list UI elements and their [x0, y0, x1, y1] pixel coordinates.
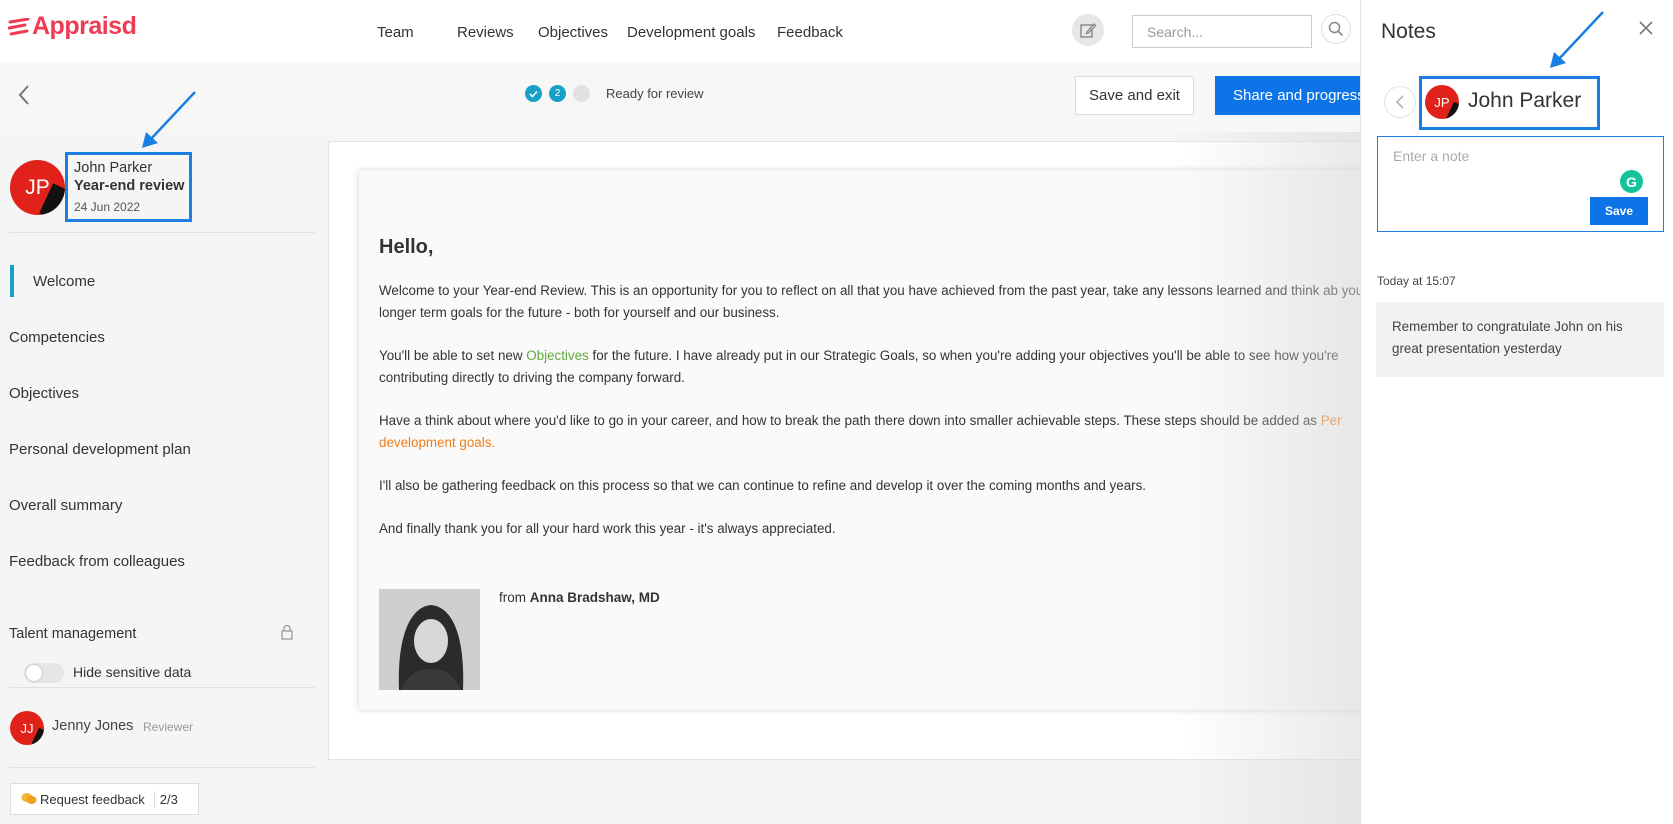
- sidebar-item-objectives[interactable]: Objectives: [9, 385, 79, 402]
- search-input[interactable]: Search...: [1132, 15, 1312, 48]
- welcome-letter: Hello, Welcome to your Year-end Review. …: [379, 236, 1379, 561]
- letter-paragraph: Welcome to your Year-end Review. This is…: [379, 283, 1368, 320]
- logo-text: Appraisd: [32, 12, 137, 40]
- nav-team[interactable]: Team: [377, 24, 414, 41]
- sender-photo: [379, 589, 480, 690]
- step-complete-icon: [525, 85, 542, 102]
- grammarly-icon[interactable]: G: [1620, 170, 1643, 193]
- annotation-box: [1419, 76, 1600, 130]
- sidebar-item-personal-development-plan[interactable]: Personal development plan: [9, 441, 191, 458]
- lock-icon: [280, 624, 294, 645]
- letter-greeting: Hello,: [379, 236, 434, 258]
- active-indicator: [10, 265, 14, 297]
- save-note-button[interactable]: Save: [1590, 197, 1648, 225]
- sidebar-item-competencies[interactable]: Competencies: [9, 329, 105, 346]
- letter-paragraph: I'll also be gathering feedback on this …: [379, 478, 1147, 493]
- note-timestamp: Today at 15:07: [1377, 274, 1456, 288]
- nav-objectives[interactable]: Objectives: [538, 24, 608, 41]
- divider: [9, 687, 315, 688]
- chat-bubbles-icon: [21, 793, 37, 804]
- nav-development-goals[interactable]: Development goals: [627, 24, 755, 41]
- letter-signature: from Anna Bradshaw, MD: [499, 590, 660, 605]
- save-and-exit-button[interactable]: Save and exit: [1075, 76, 1194, 115]
- letter-paragraph: Have a think about where you'd like to g…: [379, 413, 1342, 450]
- letter-paragraph: You'll be able to set new Objectives for…: [379, 348, 1339, 385]
- annotation-box: [65, 152, 192, 222]
- divider: [9, 767, 315, 768]
- search-button[interactable]: [1321, 14, 1351, 44]
- request-feedback-button[interactable]: Request feedback 2/3: [10, 783, 199, 815]
- close-notes-button[interactable]: [1638, 20, 1654, 41]
- nav-feedback[interactable]: Feedback: [777, 24, 843, 41]
- reviewer-role: Reviewer: [143, 720, 194, 734]
- chevron-left-icon: [18, 85, 29, 105]
- notes-title: Notes: [1381, 20, 1436, 43]
- notes-back-button[interactable]: [1384, 86, 1416, 118]
- sidebar-item-talent-management[interactable]: Talent management: [9, 626, 136, 642]
- edit-icon: [1080, 23, 1097, 38]
- close-icon: [1639, 21, 1653, 35]
- review-status: Ready for review: [606, 86, 704, 101]
- nav-reviews[interactable]: Reviews: [457, 24, 514, 41]
- progress-steps: 2 Ready for review: [525, 85, 704, 102]
- sidebar-item-welcome[interactable]: Welcome: [33, 273, 95, 290]
- note-item: Remember to congratulate John on his gre…: [1376, 302, 1664, 377]
- avatar: JP: [10, 160, 65, 215]
- step-pending: [573, 85, 590, 102]
- logo-mark-icon: [8, 17, 30, 35]
- appraisd-logo[interactable]: Appraisd: [8, 12, 137, 41]
- chevron-left-icon: [1395, 95, 1404, 109]
- divider: [9, 232, 315, 233]
- step-current: 2: [549, 85, 566, 102]
- reviewer-avatar: JJ: [10, 711, 44, 745]
- sidebar-item-feedback-from-colleagues[interactable]: Feedback from colleagues: [9, 553, 185, 570]
- hide-sensitive-label: Hide sensitive data: [73, 664, 192, 680]
- hide-sensitive-toggle[interactable]: [24, 663, 64, 683]
- share-and-progress-button[interactable]: Share and progress: [1215, 76, 1375, 115]
- reviewer-name: Jenny Jones: [52, 718, 134, 734]
- edit-button[interactable]: [1072, 14, 1104, 46]
- letter-paragraph: And finally thank you for all your hard …: [379, 521, 836, 536]
- sidebar-item-overall-summary[interactable]: Overall summary: [9, 497, 122, 514]
- objectives-link[interactable]: Objectives: [526, 348, 589, 363]
- note-placeholder: Enter a note: [1393, 148, 1470, 164]
- feedback-count-badge: 2/3: [153, 790, 183, 808]
- back-button[interactable]: [17, 84, 31, 111]
- search-icon: [1328, 21, 1344, 37]
